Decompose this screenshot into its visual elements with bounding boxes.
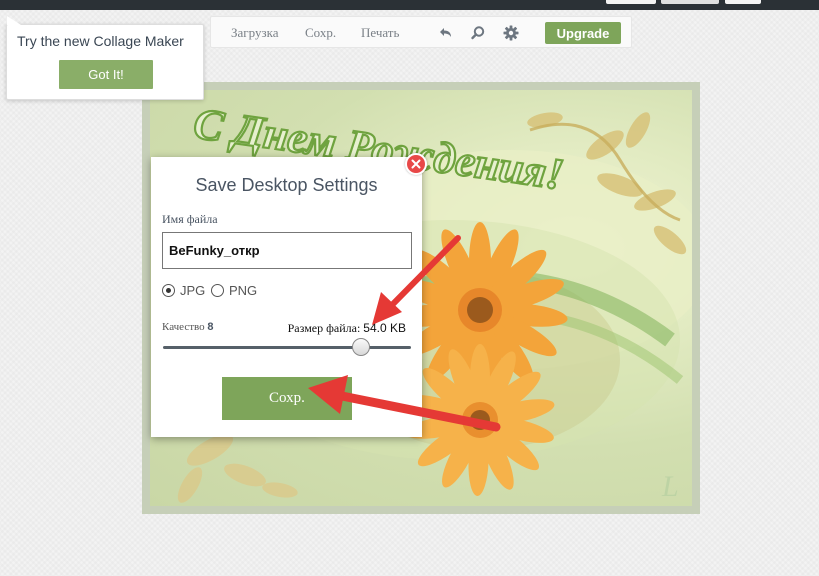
undo-icon[interactable] bbox=[436, 24, 454, 42]
file-size-label: Размер файла: 54.0 KB bbox=[288, 321, 406, 336]
signature-mark: L bbox=[661, 470, 679, 503]
save-link[interactable]: Сохр. bbox=[305, 25, 336, 41]
quality-value: 8 bbox=[207, 321, 214, 333]
top-bar-button[interactable] bbox=[725, 0, 761, 4]
save-button[interactable]: Сохр. bbox=[222, 377, 352, 420]
gear-icon[interactable] bbox=[502, 24, 520, 42]
png-radio[interactable] bbox=[211, 284, 224, 297]
save-settings-dialog: Save Desktop Settings Имя файла JPG PNG … bbox=[151, 153, 427, 437]
got-it-button[interactable]: Got It! bbox=[59, 60, 153, 89]
quality-label-text: Качество bbox=[162, 321, 205, 333]
editor-toolbar: Загрузка Сохр. Печать Upgrade bbox=[210, 16, 632, 48]
quality-slider-handle[interactable] bbox=[352, 338, 371, 356]
filename-label: Имя файла bbox=[162, 212, 218, 226]
png-label: PNG bbox=[229, 283, 258, 298]
tooltip-text: Try the new Collage Maker bbox=[17, 33, 184, 49]
close-icon bbox=[411, 159, 421, 169]
close-button[interactable] bbox=[405, 153, 427, 175]
upgrade-button[interactable]: Upgrade bbox=[545, 22, 621, 44]
file-size-value: 54.0 KB bbox=[363, 321, 406, 335]
top-bar-button[interactable] bbox=[661, 0, 719, 4]
search-icon[interactable] bbox=[469, 24, 487, 42]
jpg-label: JPG bbox=[180, 283, 206, 298]
jpg-radio[interactable] bbox=[162, 284, 175, 297]
print-link[interactable]: Печать bbox=[361, 25, 399, 41]
quality-slider[interactable] bbox=[163, 338, 411, 356]
file-size-label-text: Размер файла: bbox=[287, 321, 361, 335]
collage-maker-tooltip: Try the new Collage Maker Got It! bbox=[6, 16, 204, 100]
filename-input[interactable] bbox=[162, 232, 412, 269]
top-bar-button[interactable] bbox=[606, 0, 656, 4]
top-bar bbox=[0, 0, 819, 10]
quality-label: Качество 8 bbox=[162, 321, 214, 333]
dialog-title: Save Desktop Settings bbox=[195, 175, 378, 195]
upload-link[interactable]: Загрузка bbox=[231, 25, 278, 41]
